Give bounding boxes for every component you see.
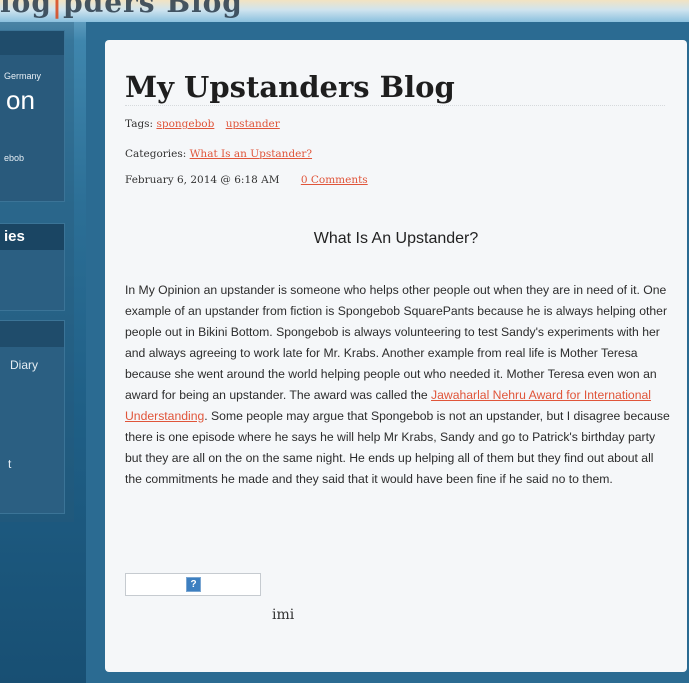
body-text-part2: . Some people may argue that Spongebob i… <box>125 409 670 486</box>
widget-heading: ies <box>0 224 64 250</box>
sidebar-link-diary[interactable]: Diary <box>10 358 38 372</box>
post-categories: Categories: What Is an Upstander? <box>125 148 312 160</box>
comments-link[interactable]: 0 Comments <box>301 174 368 186</box>
body-text-part1: In My Opinion an upstander is someone wh… <box>125 283 668 402</box>
profile-subtitle: ebob <box>4 153 25 163</box>
sidebar-categories-widget: ies <box>0 223 65 311</box>
embedded-object-placeholder[interactable]: ? <box>125 573 261 596</box>
post-tags: Tags: spongebob upstander <box>125 118 280 130</box>
widget-header-bar-3 <box>0 321 64 347</box>
post-date-line: February 6, 2014 @ 6:18 AM 0 Comments <box>125 174 368 186</box>
tag-link-upstander[interactable]: upstander <box>226 118 280 130</box>
sidebar-profile-widget: Germany on ebob <box>0 30 65 202</box>
site-title-fragment-2: pders Blog <box>63 0 243 19</box>
tags-label: Tags: <box>125 118 154 130</box>
post-content: My Upstanders Blog Tags: spongebob upsta… <box>105 40 687 672</box>
widget-header-bar <box>0 31 64 55</box>
title-divider <box>125 105 665 106</box>
sidebar-link-item[interactable]: t <box>8 457 11 471</box>
post-heading: What Is An Upstander? <box>313 230 479 247</box>
categories-label: Categories: <box>125 148 187 160</box>
post-body: In My Opinion an upstander is someone wh… <box>125 280 670 490</box>
post-date: February 6, 2014 @ 6:18 AM <box>125 174 280 186</box>
site-title-fragment: log <box>0 0 52 19</box>
profile-location: Germany <box>4 71 42 81</box>
sidebar-links-widget: Diary t <box>0 320 65 514</box>
category-link[interactable]: What Is an Upstander? <box>190 148 312 160</box>
site-title-divider: | <box>51 0 64 19</box>
site-title-cropped[interactable]: log|pders Blog <box>0 0 243 19</box>
post-title[interactable]: My Upstanders Blog <box>125 70 455 104</box>
post-footer-text: imi <box>272 607 295 623</box>
header-banner: log|pders Blog <box>0 0 689 22</box>
missing-plugin-icon: ? <box>186 577 201 592</box>
tag-link-spongebob[interactable]: spongebob <box>156 118 214 130</box>
profile-name[interactable]: on <box>6 85 35 116</box>
